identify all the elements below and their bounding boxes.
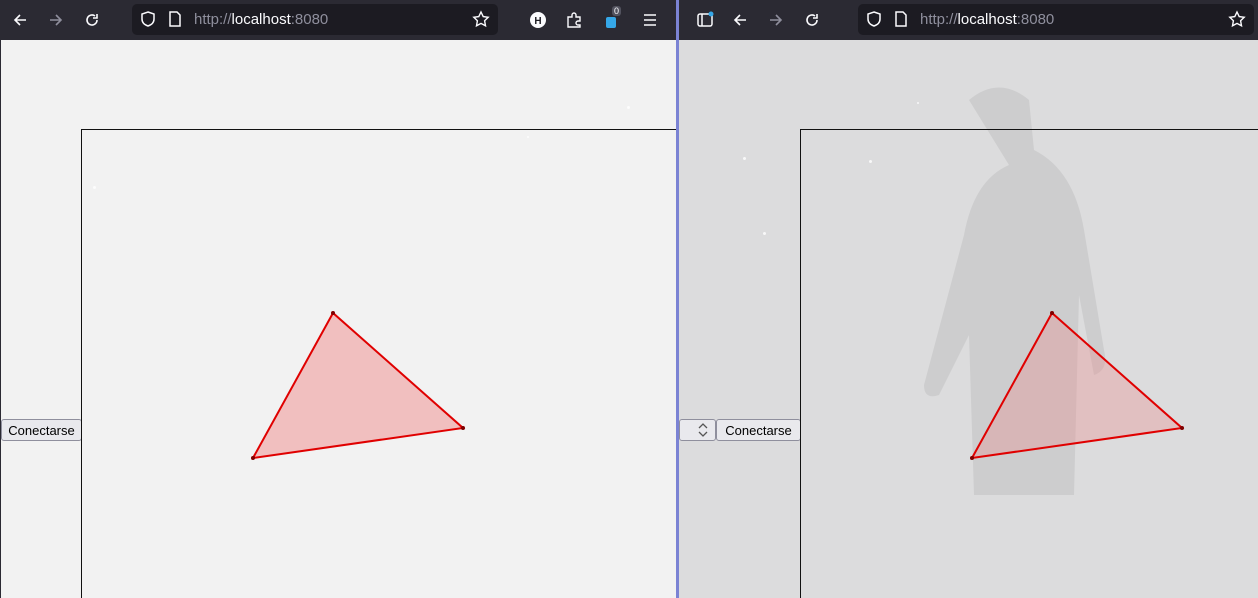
drawing-canvas[interactable] xyxy=(81,129,676,598)
extension-counter-icon[interactable]: 0 xyxy=(598,6,626,34)
menu-icon[interactable] xyxy=(636,6,664,34)
left-toolbar: http://localhost:8080 H 0 xyxy=(0,0,676,40)
triangle-shape xyxy=(970,311,1185,460)
connect-button[interactable]: Conectarse xyxy=(1,419,82,441)
right-browser-window: http://localhost:8080 Conectarse xyxy=(679,0,1258,598)
triangle-vertex[interactable] xyxy=(331,311,335,315)
triangle-vertex[interactable] xyxy=(251,456,255,460)
shield-icon[interactable] xyxy=(865,10,883,28)
extension-h-icon[interactable]: H xyxy=(524,6,552,34)
page-icon[interactable] xyxy=(166,10,184,28)
triangle-vertex[interactable] xyxy=(461,426,465,430)
connect-button[interactable]: Conectarse xyxy=(716,419,801,441)
reload-icon[interactable] xyxy=(78,6,106,34)
right-url-bar[interactable]: http://localhost:8080 xyxy=(858,4,1254,35)
triangle-vertex[interactable] xyxy=(1180,426,1184,430)
bookmark-star-icon[interactable] xyxy=(472,10,490,28)
triangle-vertex[interactable] xyxy=(1050,311,1054,315)
back-icon[interactable] xyxy=(726,6,754,34)
sidebar-icon[interactable] xyxy=(691,6,719,34)
reload-icon[interactable] xyxy=(798,6,826,34)
page-icon[interactable] xyxy=(892,10,910,28)
triangle-shape xyxy=(251,311,466,460)
forward-icon[interactable] xyxy=(42,6,70,34)
right-toolbar: http://localhost:8080 xyxy=(679,0,1258,40)
bookmark-star-icon[interactable] xyxy=(1228,10,1246,28)
drawing-canvas[interactable] xyxy=(800,129,1258,598)
right-page-viewport: Conectarse xyxy=(679,40,1258,598)
right-url-text: http://localhost:8080 xyxy=(920,11,1055,28)
extension-badge: 0 xyxy=(612,6,622,16)
back-icon[interactable] xyxy=(6,6,34,34)
triangle-vertex[interactable] xyxy=(970,456,974,460)
shield-icon[interactable] xyxy=(139,10,157,28)
extensions-puzzle-icon[interactable] xyxy=(560,6,588,34)
left-url-text: http://localhost:8080 xyxy=(194,11,329,28)
left-page-viewport: Conectarse xyxy=(0,40,676,598)
number-stepper[interactable] xyxy=(679,419,716,441)
svg-text:H: H xyxy=(534,16,541,27)
left-browser-window: http://localhost:8080 H 0 Conectarse xyxy=(0,0,676,598)
forward-icon[interactable] xyxy=(762,6,790,34)
left-url-bar[interactable]: http://localhost:8080 xyxy=(132,4,498,35)
stepper-arrows-icon[interactable] xyxy=(697,422,709,438)
